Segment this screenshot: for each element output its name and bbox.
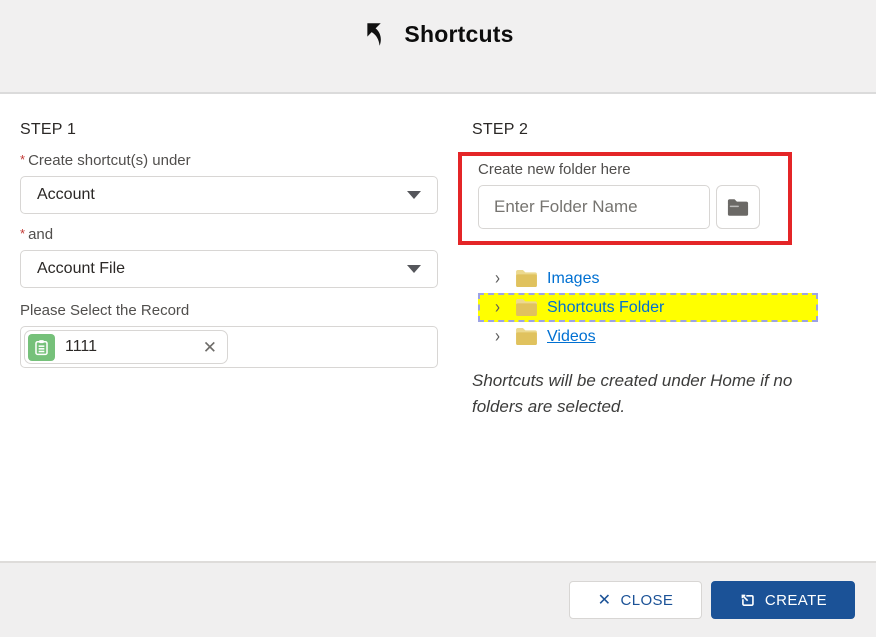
required-asterisk: * xyxy=(20,152,25,167)
remove-record-icon[interactable]: ✕ xyxy=(203,339,217,356)
record-pill-text: 1111 xyxy=(65,338,193,356)
chevron-right-icon[interactable]: › xyxy=(495,269,506,288)
step2-column: STEP 2 Create new folder here › xyxy=(472,121,856,561)
folder-name-input[interactable] xyxy=(478,185,710,229)
modal-footer: ✕ CLOSE CREATE xyxy=(0,561,876,637)
modal-title: Shortcuts xyxy=(404,21,513,48)
relation-select-value: Account File xyxy=(37,260,125,278)
chevron-right-icon[interactable]: › xyxy=(495,298,506,317)
folder-icon xyxy=(727,198,749,217)
tree-item-label[interactable]: Images xyxy=(547,270,599,288)
shortcut-arrow-icon xyxy=(362,19,392,49)
create-button-label: CREATE xyxy=(765,592,827,609)
record-field-label: Please Select the Record xyxy=(20,302,438,319)
object-select[interactable]: Account xyxy=(20,176,438,214)
close-button-label: CLOSE xyxy=(620,592,673,609)
chevron-down-icon xyxy=(407,265,421,273)
tree-item-shortcuts-folder[interactable]: › Shortcuts Folder xyxy=(478,293,818,322)
tree-item-label[interactable]: Videos xyxy=(547,328,596,346)
object-select-value: Account xyxy=(37,186,95,204)
folder-icon xyxy=(515,269,538,288)
helper-note: Shortcuts will be created under Home if … xyxy=(472,368,817,419)
step1-column: STEP 1 *Create shortcut(s) under Account… xyxy=(20,121,438,561)
new-folder-label: Create new folder here xyxy=(478,161,788,178)
close-icon: ✕ xyxy=(598,590,612,610)
record-pill: 1111 ✕ xyxy=(24,330,228,364)
folder-tree: › Images › Shortcuts Folder xyxy=(478,264,818,351)
step2-heading: STEP 2 xyxy=(472,121,856,139)
folder-icon xyxy=(515,298,538,317)
tree-item-label[interactable]: Shortcuts Folder xyxy=(547,299,664,317)
step1-heading: STEP 1 xyxy=(20,121,438,139)
modal-body: STEP 1 *Create shortcut(s) under Account… xyxy=(0,94,876,561)
close-button[interactable]: ✕ CLOSE xyxy=(569,581,702,619)
chevron-right-icon[interactable]: › xyxy=(495,327,506,346)
relation-field-label: *and xyxy=(20,226,438,243)
modal-header: Shortcuts xyxy=(0,0,876,94)
object-field-label: *Create shortcut(s) under xyxy=(20,152,438,169)
record-icon xyxy=(28,334,55,361)
shortcut-icon xyxy=(739,592,756,609)
relation-select[interactable]: Account File xyxy=(20,250,438,288)
chevron-down-icon xyxy=(407,191,421,199)
tree-item-videos[interactable]: › Videos xyxy=(478,322,818,351)
red-annotation-box: Create new folder here xyxy=(458,152,792,245)
folder-icon xyxy=(515,327,538,346)
record-lookup-field[interactable]: 1111 ✕ xyxy=(20,326,438,368)
tree-item-images[interactable]: › Images xyxy=(478,264,818,293)
create-folder-button[interactable] xyxy=(716,185,760,229)
required-asterisk: * xyxy=(20,226,25,241)
create-button[interactable]: CREATE xyxy=(711,581,855,619)
